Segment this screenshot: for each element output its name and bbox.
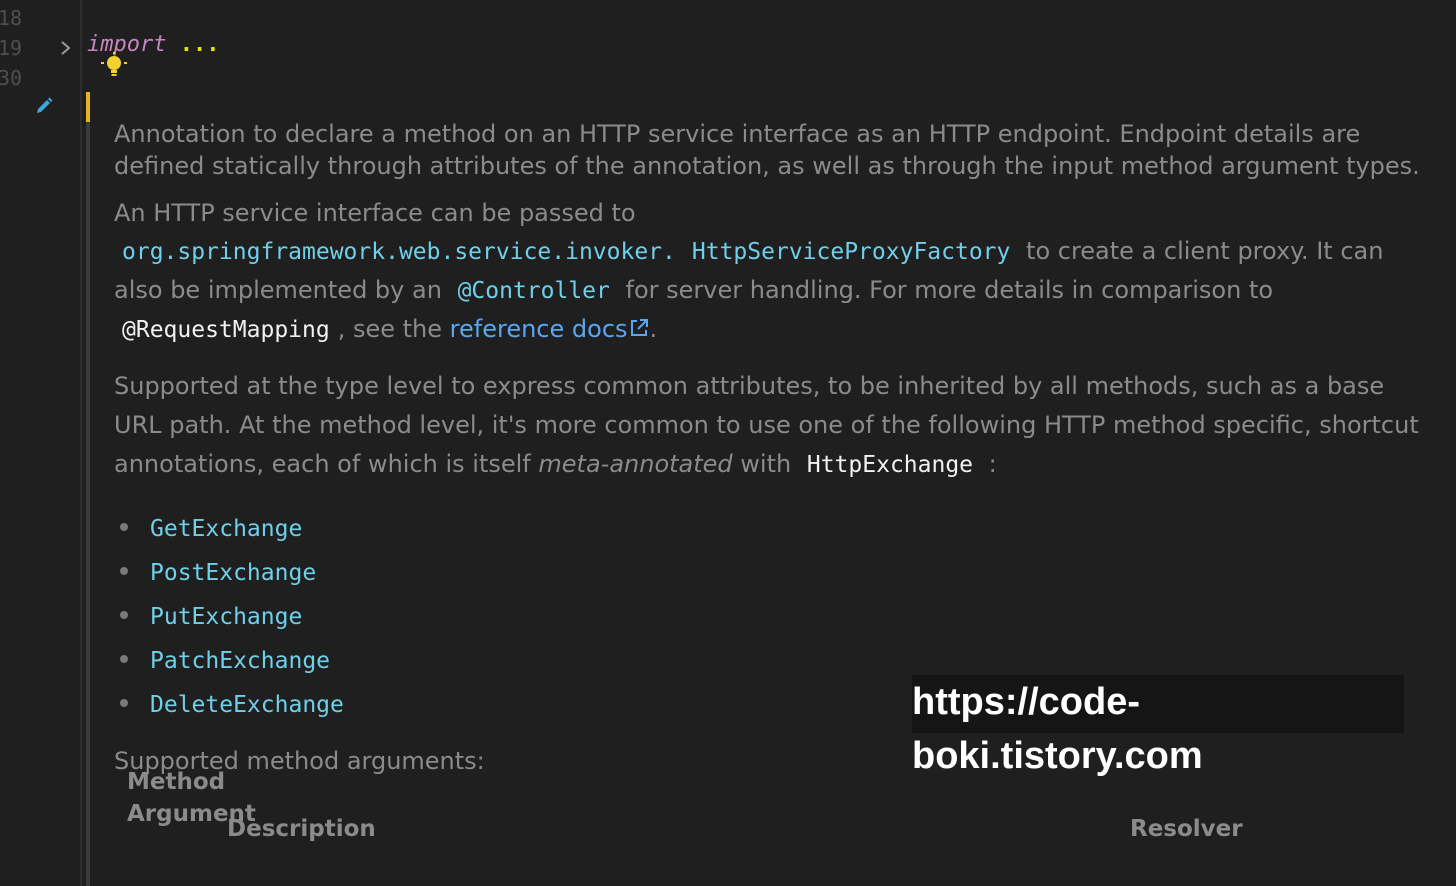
pencil-icon[interactable] — [34, 96, 54, 116]
doc-paragraph-1: Annotation to declare a method on an HTT… — [114, 120, 1420, 180]
gutter-divider — [80, 0, 82, 886]
table-header-resolver: Resolver — [1130, 816, 1243, 842]
code-link[interactable]: org.springframework.web.service.invoker. — [114, 239, 684, 265]
table-header-method-argument: Method Argument — [127, 769, 256, 827]
code-span: @RequestMapping — [122, 317, 330, 343]
folded-imports-ellipsis[interactable]: ... — [180, 32, 220, 57]
reference-docs-link[interactable]: reference docs — [450, 315, 650, 343]
external-link-icon — [630, 319, 648, 336]
code-link[interactable]: GetExchange — [150, 513, 302, 545]
doc-text: with — [740, 450, 792, 478]
caret-marker — [86, 92, 90, 122]
line-number: 19 — [0, 36, 23, 60]
code-link[interactable]: PutExchange — [150, 601, 302, 633]
table-header-description: Description — [227, 816, 376, 842]
code-link[interactable]: PatchExchange — [150, 645, 330, 677]
bullet-icon — [120, 611, 128, 619]
bullet-icon — [120, 655, 128, 663]
doc-text: An HTTP service interface can be passed … — [114, 199, 636, 227]
list-item: PutExchange — [114, 597, 1434, 641]
doc-paragraph-3: Supported at the type level to express c… — [114, 367, 1434, 485]
chevron-right-icon[interactable] — [58, 38, 74, 58]
list-item: GetExchange — [114, 509, 1434, 553]
bullet-icon — [120, 523, 128, 531]
doc-paragraph-2: An HTTP service interface can be passed … — [114, 194, 1434, 349]
doc-text: . — [649, 315, 658, 343]
bullet-icon — [120, 567, 128, 575]
doc-text: , see the — [337, 315, 443, 343]
code-link[interactable]: DeleteExchange — [150, 689, 344, 721]
line-number: 18 — [0, 6, 23, 30]
bullet-icon — [120, 699, 128, 707]
doc-comment-bar — [86, 122, 90, 886]
editor-gutter: 18 19 30 — [0, 0, 80, 886]
list-item: PostExchange — [114, 553, 1434, 597]
lightbulb-icon[interactable] — [98, 52, 130, 82]
doc-emphasis: meta-annotated — [538, 450, 733, 478]
doc-text: : — [988, 450, 997, 478]
line-number: 30 — [0, 66, 23, 90]
watermark-url: https://code-boki.tistory.com — [912, 675, 1404, 777]
code-span: HttpExchange — [806, 452, 974, 478]
code-link[interactable]: @Controller — [450, 278, 618, 304]
code-link[interactable]: PostExchange — [150, 557, 316, 589]
code-link[interactable]: HttpServiceProxyFactory — [684, 239, 1019, 265]
doc-text: for server handling. For more details in… — [625, 276, 1274, 304]
arguments-table-header: Method Argument Description Resolver — [114, 766, 1434, 886]
